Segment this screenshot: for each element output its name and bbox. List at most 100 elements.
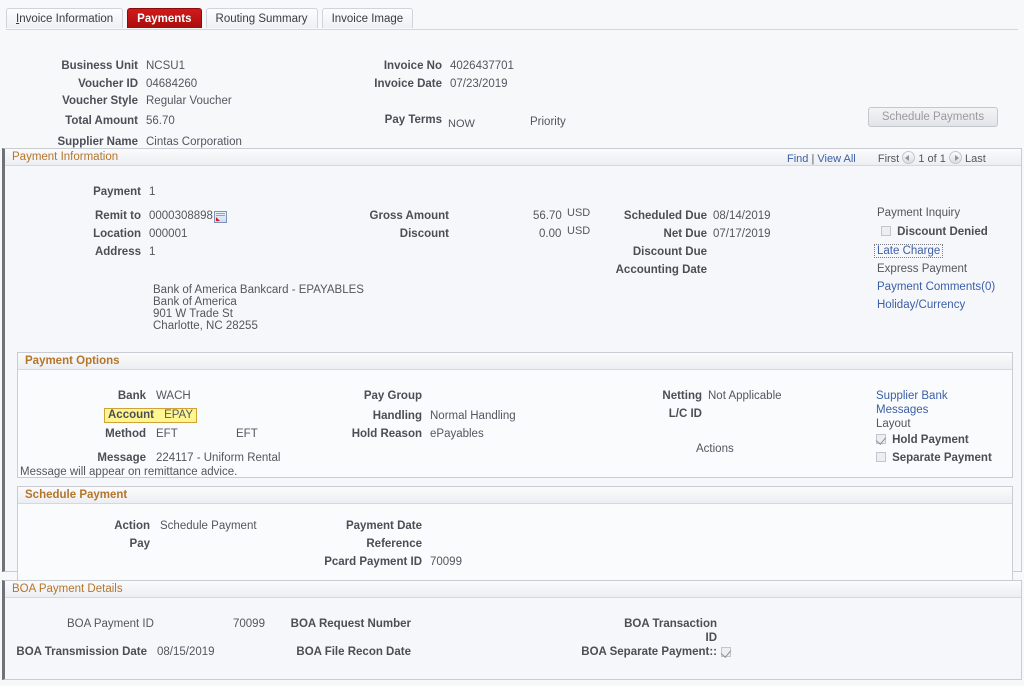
payment-inquiry-link[interactable]: Payment Inquiry xyxy=(877,207,960,219)
schedule-payments-button[interactable]: Schedule Payments xyxy=(868,107,998,127)
discount-denied-checkbox[interactable] xyxy=(881,226,891,236)
boa-transaction-id-label-line1: BOA Transaction xyxy=(624,618,717,630)
remit-address-block: Bank of America Bankcard - EPAYABLES Ban… xyxy=(153,284,364,332)
boa-payment-details-title: BOA Payment Details xyxy=(5,581,1021,598)
message-note: Message will appear on remittance advice… xyxy=(20,466,238,478)
account-highlight: Account EPAY xyxy=(104,408,198,423)
separate-payment-checkbox[interactable] xyxy=(876,452,886,462)
separate-payment-row[interactable]: Separate Payment xyxy=(876,452,992,464)
payment-label: Payment xyxy=(93,186,141,198)
supplier-name-label: Supplier Name xyxy=(57,136,138,148)
voucher-id-label: Voucher ID xyxy=(78,78,138,90)
business-unit-label: Business Unit xyxy=(61,60,138,72)
remit-address-line-2: Bank of America xyxy=(153,296,237,308)
remit-to-lookup-icon[interactable] xyxy=(214,211,227,223)
payment-information-panel: Payment Information Find | View All Firs… xyxy=(2,148,1022,582)
boa-transmission-date-label: BOA Transmission Date xyxy=(16,646,147,658)
hold-reason-value: ePayables xyxy=(430,428,484,440)
remit-address-line-3: 901 W Trade St xyxy=(153,308,233,320)
discount-denied-row[interactable]: Discount Denied xyxy=(881,226,988,238)
previous-page-icon[interactable] xyxy=(902,151,916,164)
netting-label: Netting xyxy=(662,390,702,402)
separate-payment-label: Separate Payment xyxy=(892,452,992,464)
method-value: EFT xyxy=(156,428,178,440)
boa-file-recon-date-label: BOA File Recon Date xyxy=(296,646,411,658)
invoice-no-value: 4026437701 xyxy=(450,60,514,72)
lc-id-label: L/C ID xyxy=(668,408,702,420)
remit-to-label: Remit to xyxy=(95,210,141,222)
message-value: 224117 - Uniform Rental xyxy=(156,452,281,464)
holiday-currency-link[interactable]: Holiday/Currency xyxy=(877,299,965,311)
tab-routing-summary[interactable]: Routing Summary xyxy=(205,8,318,28)
hold-payment-checkbox[interactable] xyxy=(876,434,886,444)
method-value-secondary: EFT xyxy=(236,428,258,440)
boa-separate-payment-label: BOA Separate Payment:: xyxy=(581,646,717,658)
pay-group-label: Pay Group xyxy=(363,390,422,402)
payment-date-label: Payment Date xyxy=(345,520,422,532)
pay-terms-label: Pay Terms xyxy=(384,114,442,126)
discount-value: 0.00 xyxy=(539,228,562,240)
boa-payment-id-label: BOA Payment ID xyxy=(67,618,154,630)
row-counter: 1 of 1 xyxy=(918,153,946,165)
discount-denied-label: Discount Denied xyxy=(897,226,988,238)
messages-link[interactable]: Messages xyxy=(876,404,928,416)
view-all-link[interactable]: View All xyxy=(817,153,855,165)
hold-payment-row[interactable]: Hold Payment xyxy=(876,434,969,446)
late-charge-link[interactable]: Late Charge xyxy=(874,244,944,258)
location-value: 000001 xyxy=(149,228,188,240)
tab-invoice-information[interactable]: Invoice Information xyxy=(6,8,124,28)
payment-options-panel: Payment Options Bank WACH Account EPAY M… xyxy=(17,352,1013,478)
reference-label: Reference xyxy=(366,538,422,550)
actions-label: Actions xyxy=(696,443,734,455)
find-link[interactable]: Find xyxy=(787,153,808,165)
pay-label: Pay xyxy=(129,538,150,550)
message-label: Message xyxy=(97,452,146,464)
net-due-label: Net Due xyxy=(663,228,707,240)
voucher-style-value: Regular Voucher xyxy=(146,95,232,107)
schedule-payment-panel: Schedule Payment Action Schedule Payment… xyxy=(17,486,1013,582)
account-value: EPAY xyxy=(164,409,194,421)
tab-payments-label: Payments xyxy=(137,13,192,25)
boa-payment-details-panel: BOA Payment Details BOA Payment ID 70099… xyxy=(2,580,1022,680)
supplier-bank-link[interactable]: Supplier Bank xyxy=(876,390,948,402)
last-link[interactable]: Last xyxy=(965,153,986,165)
invoice-no-label: Invoice No xyxy=(383,60,442,72)
tab-routing-summary-label: Routing Summary xyxy=(215,13,308,25)
address-value: 1 xyxy=(149,246,156,258)
voucher-style-label: Voucher Style xyxy=(62,95,138,107)
address-label: Address xyxy=(94,246,141,258)
remit-address-line-1: Bank of America Bankcard - EPAYABLES xyxy=(153,284,364,296)
tab-invoice-information-label: nvoice Information xyxy=(19,13,114,25)
layout-label: Layout xyxy=(876,418,911,430)
netting-value: Not Applicable xyxy=(708,390,782,402)
discount-label: Discount xyxy=(399,228,449,240)
payment-value: 1 xyxy=(149,186,156,198)
boa-separate-payment-checkbox[interactable] xyxy=(721,647,731,657)
express-payment-link[interactable]: Express Payment xyxy=(877,263,967,275)
remit-to-value: 0000308898 xyxy=(149,210,213,222)
boa-request-number-label: BOA Request Number xyxy=(290,618,411,630)
method-label: Method xyxy=(105,428,146,440)
bank-label: Bank xyxy=(117,390,146,402)
pay-terms-value: NOW xyxy=(448,118,475,130)
payment-comments-link[interactable]: Payment Comments(0) xyxy=(877,281,995,293)
tab-strip: Invoice Information Payments Routing Summa… xyxy=(6,8,1018,30)
remit-address-line-4: Charlotte, NC 28255 xyxy=(153,320,258,332)
action-value: Schedule Payment xyxy=(160,520,257,532)
priority-label: Priority xyxy=(530,116,566,128)
business-unit-value: NCSU1 xyxy=(146,60,185,72)
tab-invoice-image[interactable]: Invoice Image xyxy=(321,8,414,28)
discount-due-label: Discount Due xyxy=(632,246,707,258)
invoice-date-value: 07/23/2019 xyxy=(450,78,508,90)
pcard-payment-id-value: 70099 xyxy=(430,556,462,568)
next-page-icon[interactable] xyxy=(948,151,962,164)
boa-transaction-id-label-line2: ID xyxy=(705,632,718,644)
accounting-date-label: Accounting Date xyxy=(615,264,707,276)
payment-options-title: Payment Options xyxy=(18,353,1012,370)
first-link[interactable]: First xyxy=(878,153,899,165)
tab-payments[interactable]: Payments xyxy=(127,8,202,28)
action-label: Action xyxy=(114,520,150,532)
hold-payment-label: Hold Payment xyxy=(892,434,969,446)
scheduled-due-value: 08/14/2019 xyxy=(713,210,771,222)
scheduled-due-label: Scheduled Due xyxy=(623,210,707,222)
